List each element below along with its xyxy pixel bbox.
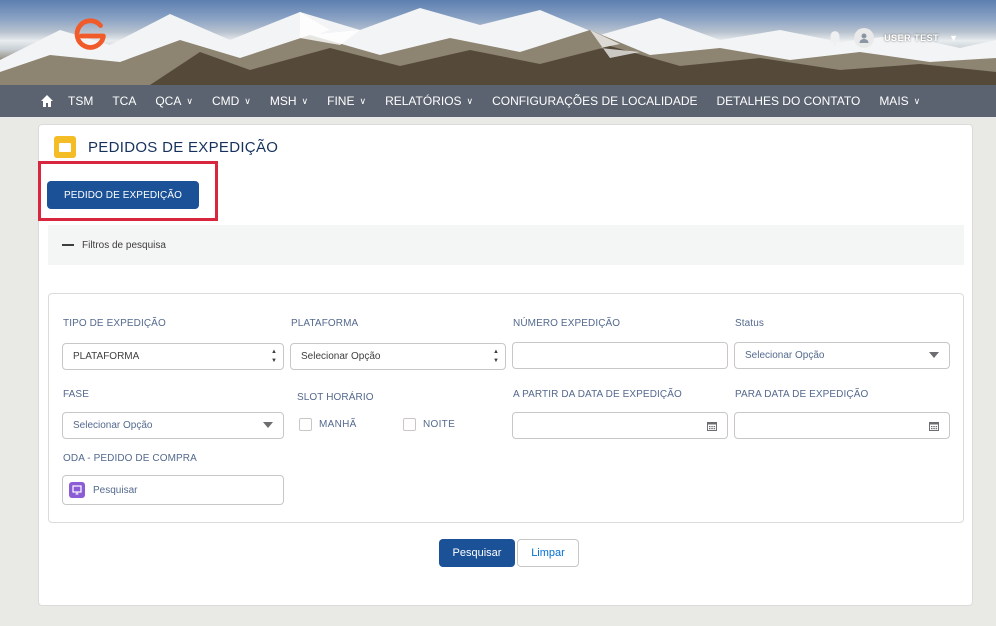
chevron-down-icon: ∨ <box>186 95 193 106</box>
nav-item-configuracoes[interactable]: CONFIGURAÇÕES DE LOCALIDADE <box>492 94 697 108</box>
dropdown-arrow-icon <box>263 422 273 428</box>
status-value: Selecionar Opção <box>745 350 825 361</box>
header-banner: USER TEST ▼ <box>0 0 996 85</box>
tipo-expedicao-select[interactable]: PLATAFORMA ▲ ▼ <box>62 343 284 370</box>
home-icon[interactable] <box>40 94 54 108</box>
data-inicio-input[interactable] <box>512 412 728 439</box>
plataforma-select[interactable]: Selecionar Opção ▲ ▼ <box>290 343 506 370</box>
slot-manha-label: MANHÃ <box>319 419 357 430</box>
clear-button[interactable]: Limpar <box>517 539 579 567</box>
dropdown-arrow-icon <box>929 352 939 358</box>
tipo-expedicao-value: PLATAFORMA <box>73 351 140 362</box>
nav-item-label: DETALHES DO CONTATO <box>716 94 861 108</box>
main-navigation: TSM TCA QCA ∨ CMD ∨ MSH ∨ FINE ∨ RELATÓRIOS ∨… <box>0 85 996 117</box>
nav-item-label: RELATÓRIOS <box>385 94 462 108</box>
numero-expedicao-label: NÚMERO EXPEDIÇÃO <box>513 318 621 329</box>
nav-item-label: TCA <box>112 94 137 108</box>
numero-expedicao-input[interactable] <box>512 342 728 369</box>
oda-placeholder: Pesquisar <box>93 484 138 496</box>
fase-label: FASE <box>63 389 89 400</box>
filters-panel: TIPO DE EXPEDIÇÃO PLATAFORMA NÚMERO EXPE… <box>48 293 964 523</box>
nav-item-tca[interactable]: TCA <box>112 94 136 108</box>
search-filters-toggle[interactable]: Filtros de pesquisa <box>48 225 964 265</box>
nav-item-label: FINE <box>327 94 355 108</box>
user-icon <box>859 33 869 43</box>
data-fim-label: PARA DATA DE EXPEDIÇÃO <box>735 389 869 400</box>
spinner-arrows-icon: ▲ ▼ <box>271 349 277 364</box>
fase-select[interactable]: Selecionar Opção <box>62 412 284 439</box>
oda-lookup-input[interactable]: Pesquisar <box>62 475 284 505</box>
slot-horario-label: SLOT HORÁRIO <box>297 392 374 403</box>
data-fim-input[interactable] <box>734 412 950 439</box>
folder-icon <box>54 136 76 158</box>
calendar-icon[interactable] <box>929 421 939 431</box>
status-label: Status <box>735 318 764 329</box>
user-name[interactable]: USER TEST <box>884 33 939 43</box>
oda-label: ODA - PEDIDO DE COMPRA <box>63 453 197 464</box>
chevron-down-icon: ∨ <box>301 95 309 106</box>
monitor-icon <box>72 485 82 495</box>
user-area: USER TEST ▼ <box>826 28 958 48</box>
nav-item-detalhes-contato[interactable]: DETALHES DO CONTATO <box>717 94 861 108</box>
nav-item-cmd[interactable]: CMD ∨ <box>212 94 251 108</box>
search-button[interactable]: Pesquisar <box>439 539 515 567</box>
new-shipment-order-button[interactable]: PEDIDO DE EXPEDIÇÃO <box>47 181 199 209</box>
chevron-down-icon: ∨ <box>913 95 921 106</box>
nav-item-relatorios[interactable]: RELATÓRIOS ∨ <box>385 94 473 108</box>
calendar-icon[interactable] <box>707 421 717 431</box>
nav-item-label: QCA <box>155 94 182 108</box>
nav-item-tsm[interactable]: TSM <box>68 94 93 108</box>
nav-item-fine[interactable]: FINE ∨ <box>327 94 366 108</box>
spinner-arrows-icon: ▲ ▼ <box>493 349 499 364</box>
slot-noite-checkbox[interactable] <box>403 418 416 431</box>
fase-value: Selecionar Opção <box>73 420 153 431</box>
nav-item-label: CONFIGURAÇÕES DE LOCALIDADE <box>492 94 698 108</box>
purchase-order-icon <box>69 482 85 498</box>
slot-noite-label: NOITE <box>423 419 456 430</box>
user-menu-caret-icon[interactable]: ▼ <box>949 33 958 43</box>
nav-item-label: MAIS <box>879 94 909 108</box>
chevron-down-icon: ∨ <box>359 95 367 106</box>
nav-item-msh[interactable]: MSH ∨ <box>270 94 308 108</box>
nav-item-mais[interactable]: MAIS ∨ <box>879 94 920 108</box>
status-select[interactable]: Selecionar Opção <box>734 342 950 369</box>
tipo-expedicao-label: TIPO DE EXPEDIÇÃO <box>63 318 166 329</box>
plataforma-label: PLATAFORMA <box>291 318 359 329</box>
slot-manha-checkbox[interactable] <box>299 418 312 431</box>
company-logo[interactable] <box>72 16 110 54</box>
collapse-icon <box>62 244 74 246</box>
chevron-down-icon: ∨ <box>244 95 251 106</box>
nav-item-qca[interactable]: QCA ∨ <box>155 94 193 108</box>
page-header: PEDIDOS DE EXPEDIÇÃO <box>54 136 278 158</box>
main-card: PEDIDOS DE EXPEDIÇÃO PEDIDO DE EXPEDIÇÃO… <box>38 124 973 606</box>
nav-item-label: CMD <box>211 94 240 108</box>
data-inicio-label: A PARTIR DA DATA DE EXPEDIÇÃO <box>513 389 682 400</box>
avatar[interactable] <box>854 28 875 48</box>
plataforma-value: Selecionar Opção <box>301 351 381 362</box>
page-title: PEDIDOS DE EXPEDIÇÃO <box>88 138 279 156</box>
chevron-down-icon: ∨ <box>466 95 474 106</box>
notification-bell-icon[interactable] <box>826 29 844 47</box>
nav-item-label: TSM <box>68 94 94 108</box>
filters-toggle-label: Filtros de pesquisa <box>82 239 166 251</box>
nav-item-label: MSH <box>269 94 297 108</box>
